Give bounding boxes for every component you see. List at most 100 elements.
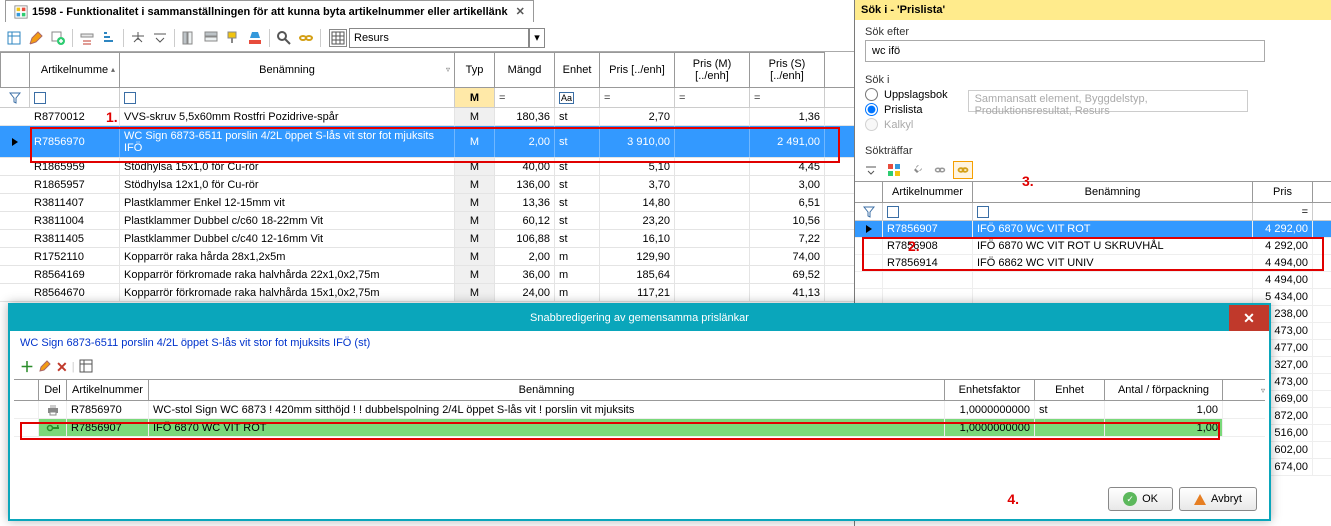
tool-expand-icon[interactable] bbox=[150, 28, 170, 48]
dlg-col-ef[interactable]: Enhetsfaktor bbox=[945, 380, 1035, 400]
tool-collapse-icon[interactable] bbox=[128, 28, 148, 48]
soktraffar-label: Sökträffar bbox=[865, 145, 1321, 157]
dialog-row[interactable]: R7856970WC-stol Sign WC 6873 ! 420mm sit… bbox=[14, 401, 1265, 419]
filter-typ-value[interactable]: M bbox=[459, 92, 490, 104]
table-row[interactable]: R1752110Kopparrör raka hårda 28x1,2x5mM2… bbox=[0, 248, 854, 266]
main-grid-body: R8770012VVS-skruv 5,5x60mm Rostfri Pozid… bbox=[0, 108, 854, 302]
search-panel-title: Sök i - 'Prislista' bbox=[855, 0, 1331, 20]
col-mangd[interactable]: Mängd bbox=[495, 52, 555, 87]
tool-color-icon[interactable] bbox=[245, 28, 265, 48]
calc-icon bbox=[14, 5, 28, 19]
tool-pencil-icon[interactable] bbox=[26, 28, 46, 48]
dialog-delete-icon[interactable]: ✕ bbox=[56, 359, 68, 376]
radio-uppslagsbok[interactable] bbox=[865, 88, 878, 101]
filter-eq-icon[interactable]: = bbox=[754, 92, 760, 104]
filter-eq-icon[interactable]: = bbox=[604, 92, 610, 104]
dlg-col-del[interactable]: Del bbox=[39, 380, 67, 400]
rp-link-icon[interactable] bbox=[930, 161, 950, 179]
table-row[interactable]: R3811004Plastklammer Dubbel c/c60 18-22m… bbox=[0, 212, 854, 230]
rp-col-art[interactable]: Artikelnummer bbox=[883, 182, 973, 202]
filter-icon[interactable] bbox=[34, 92, 46, 104]
dialog-grid-icon[interactable] bbox=[79, 359, 93, 376]
tool-columns-icon[interactable] bbox=[179, 28, 199, 48]
tab-bar: 1598 - Funktionalitet i sammanställninge… bbox=[0, 0, 854, 24]
rp-link-highlighted-icon[interactable] bbox=[953, 161, 973, 179]
filter-funnel-icon[interactable] bbox=[863, 206, 875, 218]
main-grid-filter: M = Aa = = = bbox=[0, 88, 854, 108]
col-pris[interactable]: Pris [../enh] bbox=[600, 52, 675, 87]
filter-icon[interactable] bbox=[124, 92, 136, 104]
dlg-col-art[interactable]: Artikelnummer bbox=[67, 380, 149, 400]
filter-icon[interactable] bbox=[977, 206, 989, 218]
col-prism[interactable]: Pris (M) [../enh] bbox=[675, 52, 750, 87]
table-row[interactable]: R3811407Plastklammer Enkel 12-15mm vitM1… bbox=[0, 194, 854, 212]
dialog-subtitle: WC Sign 6873-6511 porslin 4/2L öppet S-l… bbox=[10, 331, 1269, 355]
search-result-row[interactable]: R7856907IFÖ 6870 WC VIT ROT4 292,00 bbox=[855, 221, 1331, 238]
filter-eq-icon[interactable]: = bbox=[679, 92, 685, 104]
dialog-row[interactable]: R7856907IFÖ 6870 WC VIT ROT1,00000000001… bbox=[14, 419, 1265, 437]
radio-prislista[interactable] bbox=[865, 103, 878, 116]
dialog-grid-header: Del Artikelnummer Benämning▿ Enhetsfakto… bbox=[14, 379, 1265, 401]
dialog-edit-icon[interactable] bbox=[38, 359, 52, 376]
search-grid-header: Artikelnummer Benämning Pris bbox=[855, 181, 1331, 203]
combo-dropdown-icon[interactable]: ▾ bbox=[529, 28, 545, 48]
rp-col-pris[interactable]: Pris bbox=[1253, 182, 1313, 202]
tool-sheet-icon[interactable] bbox=[4, 28, 24, 48]
rp-palette-icon[interactable] bbox=[884, 161, 904, 179]
tab-title: 1598 - Funktionalitet i sammanställninge… bbox=[32, 6, 508, 18]
search-result-row[interactable]: R7856914IFÖ 6862 WC VIT UNIV4 494,00 bbox=[855, 255, 1331, 272]
ok-button[interactable]: ✓OK bbox=[1108, 487, 1173, 511]
dialog-add-icon[interactable]: ＋ bbox=[20, 357, 34, 377]
dlg-col-ben[interactable]: Benämning▿ bbox=[149, 380, 945, 400]
cancel-icon bbox=[1194, 494, 1206, 505]
table-row[interactable]: R1865957Stödhylsa 12x1,0 för Cu-rörM136,… bbox=[0, 176, 854, 194]
search-filter-types[interactable]: Sammansatt element, Byggdelstyp, Produkt… bbox=[968, 90, 1248, 112]
dlg-col-af[interactable]: Antal / förpackning bbox=[1105, 380, 1223, 400]
tool-rows-icon[interactable] bbox=[201, 28, 221, 48]
tool-link-icon[interactable] bbox=[296, 28, 316, 48]
radio-kalkyl bbox=[865, 118, 878, 131]
annotation-4: 4. bbox=[1007, 491, 1019, 507]
resource-combo[interactable] bbox=[349, 28, 529, 48]
filter-eq-icon[interactable]: = bbox=[1302, 206, 1308, 218]
search-result-row[interactable]: R7856908IFÖ 6870 WC VIT ROT U SKRUVHÅL4 … bbox=[855, 238, 1331, 255]
search-input[interactable] bbox=[865, 40, 1265, 62]
annotation-3: 3. bbox=[1022, 173, 1034, 189]
rp-wrench-icon[interactable] bbox=[907, 161, 927, 179]
table-row[interactable]: R3811405Plastklammer Dubbel c/c40 12-16m… bbox=[0, 230, 854, 248]
main-toolbar: ▾ bbox=[0, 24, 854, 52]
col-benamning[interactable]: Benämning▿ bbox=[120, 52, 455, 87]
filter-text-icon[interactable]: Aa bbox=[559, 92, 574, 104]
filter-funnel-icon[interactable] bbox=[9, 92, 21, 104]
tool-sort-asc-icon[interactable] bbox=[99, 28, 119, 48]
table-row[interactable]: R8564670Kopparrör förkromade raka halvhå… bbox=[0, 284, 854, 302]
document-tab[interactable]: 1598 - Funktionalitet i sammanställninge… bbox=[5, 0, 534, 22]
col-enhet[interactable]: Enhet bbox=[555, 52, 600, 87]
col-typ[interactable]: Typ bbox=[455, 52, 495, 87]
rp-expand-icon[interactable] bbox=[861, 161, 881, 179]
table-row[interactable]: R7856970WC Sign 6873-6511 porslin 4/2L ö… bbox=[0, 126, 854, 158]
cancel-button[interactable]: Avbryt bbox=[1179, 487, 1257, 511]
tool-add-green-icon[interactable] bbox=[48, 28, 68, 48]
dialog-close-button[interactable]: ✕ bbox=[1229, 305, 1269, 331]
tool-find-icon[interactable] bbox=[274, 28, 294, 48]
col-artikelnummer[interactable]: Artikelnumme▴ bbox=[30, 52, 120, 87]
col-priss[interactable]: Pris (S) [../enh] bbox=[750, 52, 825, 87]
sok-i-label: Sök i bbox=[865, 74, 948, 86]
tab-close[interactable]: ✕ bbox=[516, 5, 525, 18]
table-row[interactable]: R1865959Stödhylsa 15x1,0 för Cu-rörM40,0… bbox=[0, 158, 854, 176]
table-row[interactable]: R8564169Kopparrör förkromade raka halvhå… bbox=[0, 266, 854, 284]
tool-paint-icon[interactable] bbox=[223, 28, 243, 48]
search-grid-filter: = bbox=[855, 203, 1331, 221]
dialog-grid-body: R7856970WC-stol Sign WC 6873 ! 420mm sit… bbox=[10, 401, 1269, 437]
dlg-col-en[interactable]: Enhet bbox=[1035, 380, 1105, 400]
search-result-row[interactable]: 4 494,00 bbox=[855, 272, 1331, 289]
filter-icon[interactable] bbox=[887, 206, 899, 218]
filter-eq-icon[interactable]: = bbox=[499, 92, 505, 104]
table-row[interactable]: R8770012VVS-skruv 5,5x60mm Rostfri Pozid… bbox=[0, 108, 854, 126]
quick-edit-dialog: Snabbredigering av gemensamma prislänkar… bbox=[8, 303, 1271, 521]
tool-remove-row-icon[interactable] bbox=[77, 28, 97, 48]
grid-mode-icon[interactable] bbox=[329, 29, 347, 47]
rp-col-ben[interactable]: Benämning bbox=[973, 182, 1253, 202]
annotation-2: 2. bbox=[908, 238, 920, 254]
